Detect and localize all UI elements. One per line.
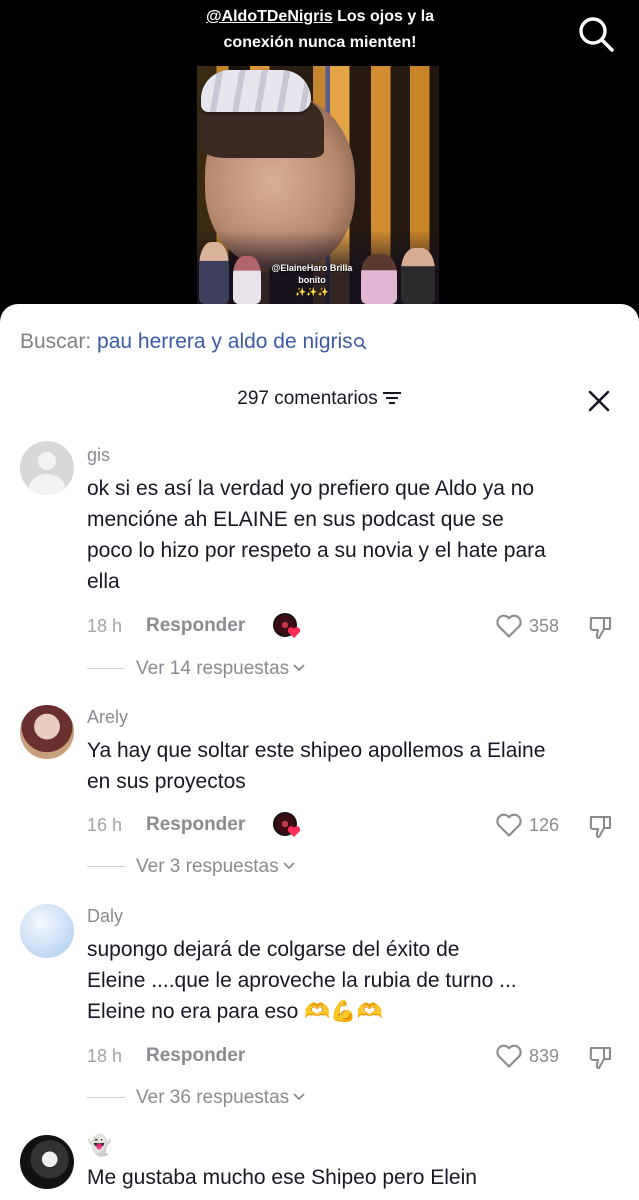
creator-liked-badge: [273, 812, 301, 840]
comment-text-line: mencióne ah ELAINE en sus podcast que se: [87, 508, 504, 531]
comment-text: ok si es así la verdad yo prefiero que A…: [87, 473, 627, 597]
view-replies-label: Ver 14 respuestas: [136, 658, 290, 679]
video-caption: @AldoTDeNigris Los ojos y la conexión nu…: [140, 4, 500, 56]
dislike-icon[interactable]: [587, 1043, 615, 1071]
comment-time: 16 h: [87, 815, 123, 835]
avatar[interactable]: [20, 1135, 74, 1189]
avatar[interactable]: [20, 441, 74, 495]
comment-actions: 18 h Responder 358: [87, 612, 627, 642]
view-replies-label: Ver 3 respuestas: [136, 856, 279, 877]
comment-time: 18 h: [87, 616, 123, 636]
like-count: 839: [529, 1046, 560, 1066]
view-replies-link[interactable]: Ver 3 respuestas: [136, 854, 295, 880]
username-ghost-emoji[interactable]: 👻: [87, 1134, 112, 1158]
comment-count: 297 comentarios: [237, 388, 378, 409]
chevron-down-icon: [282, 862, 295, 870]
comment-text: Me gustaba mucho ese Shipeo pero Elein: [87, 1162, 627, 1193]
related-search[interactable]: Buscar: pau herrera y aldo de nigris: [20, 328, 367, 356]
like-count: 126: [529, 815, 560, 835]
search-small-icon[interactable]: [353, 330, 367, 350]
heart-icon: [287, 627, 301, 638]
chevron-down-icon: [293, 664, 305, 672]
comment-text-line: poco lo hizo por respeto a su novia y el…: [87, 539, 546, 562]
comment-text-line: supongo dejará de colgarse del éxito de: [87, 938, 460, 961]
search-icon[interactable]: [576, 14, 616, 54]
comment-text: supongo dejará de colgarse del éxito de …: [87, 934, 627, 1027]
thumbnail-person: [199, 242, 229, 304]
comment-username[interactable]: Daly: [87, 904, 123, 928]
dislike-icon[interactable]: [587, 812, 615, 840]
heart-outline-icon[interactable]: [495, 613, 523, 639]
reply-button[interactable]: Responder: [146, 814, 245, 836]
view-replies-link[interactable]: Ver 36 respuestas: [136, 1085, 305, 1111]
thumbnail-caption: @ElaineHaro Brilla bonito ✨✨✨: [257, 262, 367, 298]
reply-button[interactable]: Responder: [146, 615, 245, 637]
caption-mention[interactable]: @AldoTDeNigris: [206, 8, 333, 25]
like-count: 358: [529, 616, 560, 636]
creator-liked-badge: [273, 613, 301, 641]
close-icon[interactable]: [586, 388, 612, 414]
thumbnail-headband: [201, 70, 311, 112]
comments-header: 297 comentarios: [0, 386, 639, 412]
replies-divider: [87, 866, 125, 867]
replies-divider: [87, 668, 125, 669]
search-query-link[interactable]: pau herrera y aldo de nigris: [97, 330, 353, 353]
replies-divider: [87, 1097, 125, 1098]
heart-icon: [287, 826, 301, 837]
comment-text-line: Ya hay que soltar este shipeo apollemos …: [87, 739, 546, 762]
comment-time: 18 h: [87, 1046, 123, 1066]
view-replies-link[interactable]: Ver 14 respuestas: [136, 656, 305, 682]
avatar[interactable]: [20, 705, 74, 759]
comment-text-line: en sus proyectos: [87, 770, 246, 793]
comment-text: Ya hay que soltar este shipeo apollemos …: [87, 735, 627, 797]
comment-text-line: ella: [87, 570, 120, 593]
comment-text-line: Me gustaba mucho ese Shipeo pero Elein: [87, 1166, 477, 1189]
avatar[interactable]: [20, 904, 74, 958]
search-label: Buscar:: [20, 330, 98, 353]
dislike-icon[interactable]: [587, 613, 615, 641]
video-area[interactable]: @AldoTDeNigris Los ojos y la conexión nu…: [0, 0, 639, 330]
caption-line-2: conexión nunca mienten!: [223, 34, 417, 51]
thumbnail-person: [401, 248, 435, 304]
filter-icon[interactable]: [382, 388, 402, 404]
comment-username[interactable]: Arely: [87, 705, 128, 729]
comment-text-line: Eleine no era para eso 🫶💪🫶: [87, 1000, 383, 1023]
heart-outline-icon[interactable]: [495, 812, 523, 838]
heart-outline-icon[interactable]: [495, 1043, 523, 1069]
comment-text-line: ok si es así la verdad yo prefiero que A…: [87, 477, 535, 500]
thumbnail-bottom-strip: @ElaineHaro Brilla bonito ✨✨✨: [197, 230, 439, 304]
sparkles-icon: ✨✨✨: [295, 287, 329, 297]
comments-sheet: Buscar: pau herrera y aldo de nigris 297…: [0, 304, 639, 1200]
comment-username[interactable]: gis: [87, 443, 110, 467]
comment-actions: 16 h Responder 126: [87, 811, 627, 841]
video-thumbnail[interactable]: @ElaineHaro Brilla bonito ✨✨✨: [197, 66, 439, 304]
comment-text-line: Eleine ....que le aproveche la rubia de …: [87, 969, 517, 992]
thumbnail-caption-text: @ElaineHaro Brilla bonito: [271, 263, 353, 285]
comment-actions: 18 h Responder 839: [87, 1042, 627, 1072]
view-replies-label: Ver 36 respuestas: [136, 1087, 290, 1108]
caption-text: Los ojos y la: [332, 8, 435, 25]
reply-button[interactable]: Responder: [146, 1045, 245, 1067]
chevron-down-icon: [293, 1093, 305, 1101]
